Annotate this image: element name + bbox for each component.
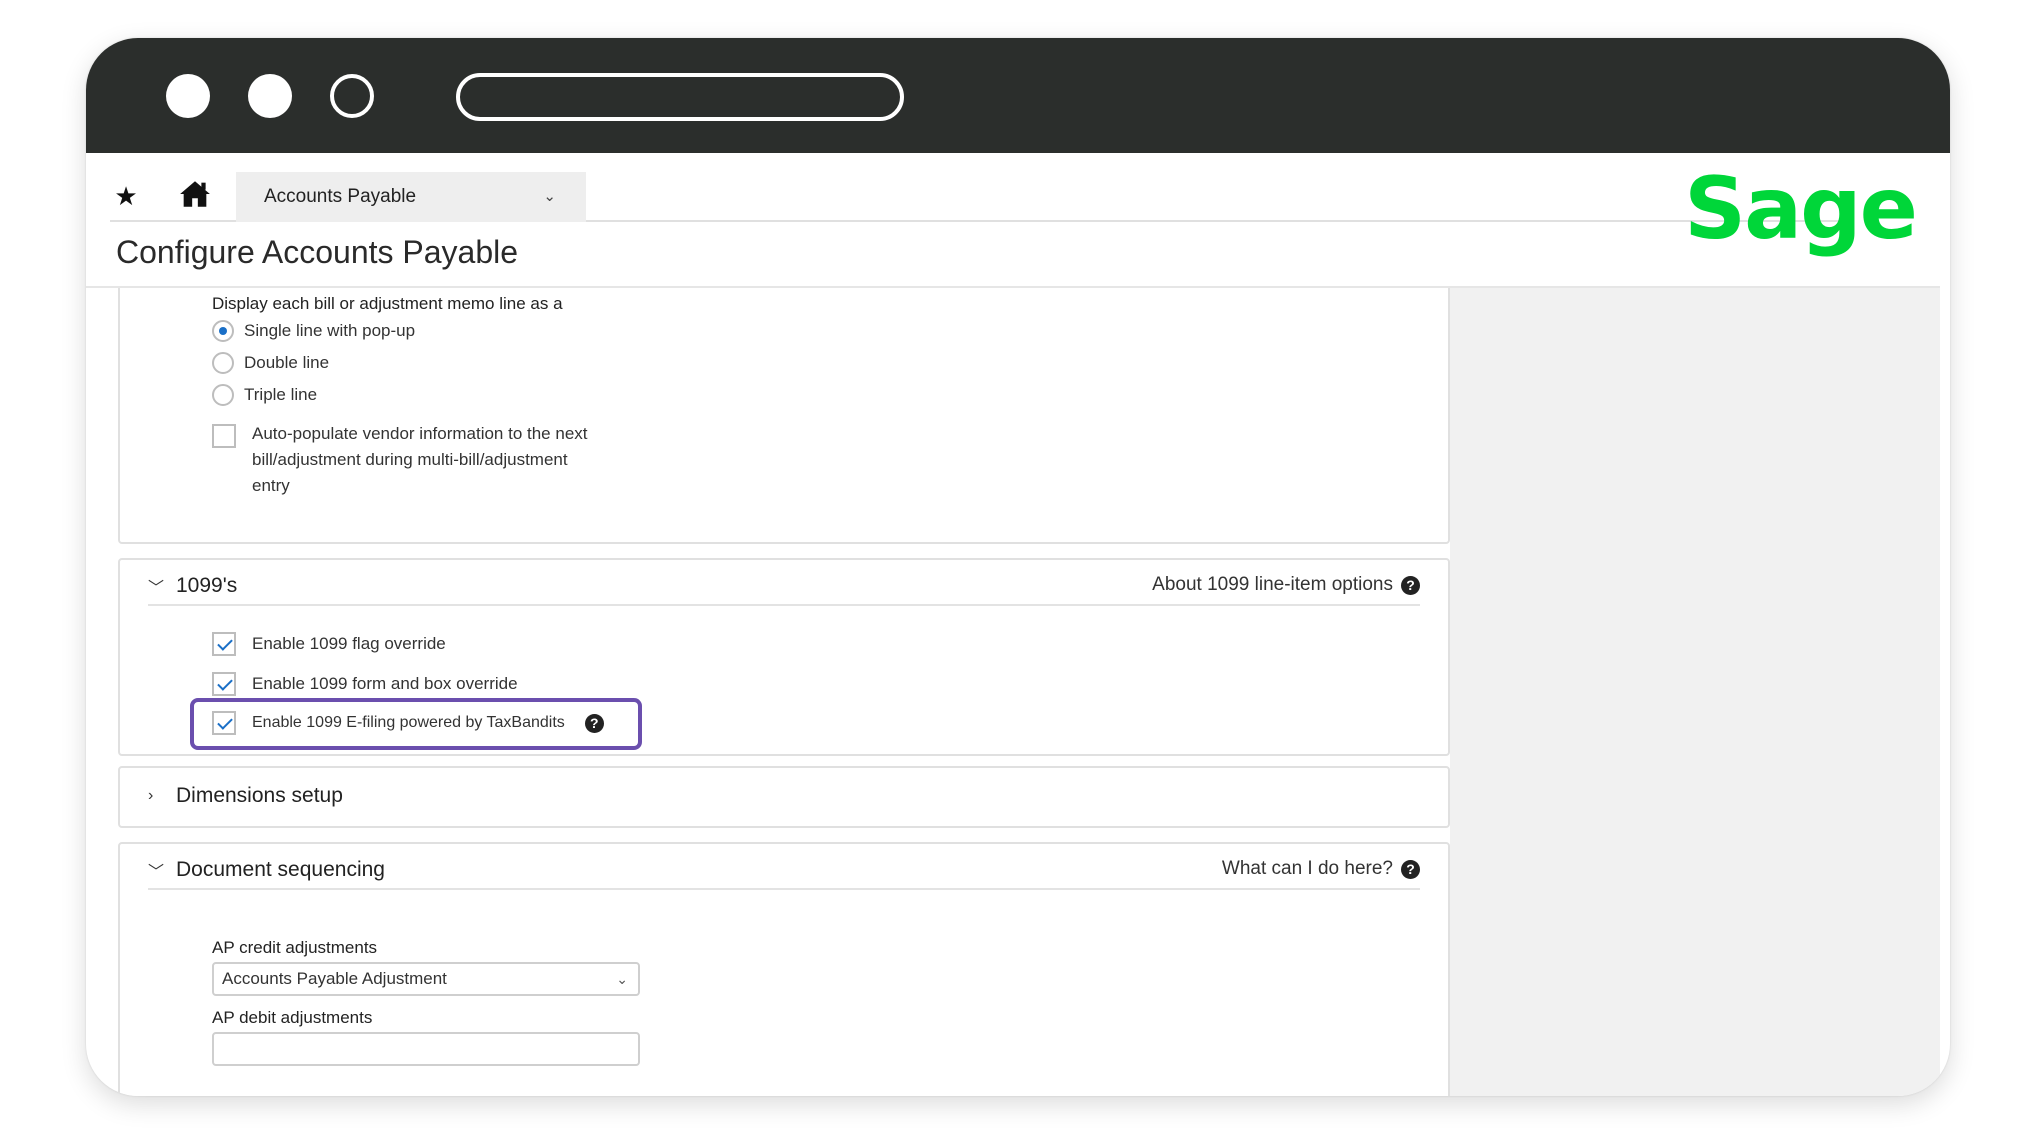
help-icon[interactable]: ? [1401, 859, 1420, 879]
radio-button[interactable] [212, 352, 234, 374]
page-title: Configure Accounts Payable [116, 234, 519, 270]
ap-credit-adjustments-select[interactable]: Accounts Payable Adjustment ⌄ [212, 962, 640, 996]
auto-populate-label-line: Auto-populate vendor information to the … [252, 424, 588, 443]
enable-1099-form-box-override[interactable]: Enable 1099 form and box override [212, 672, 518, 696]
settings-content: Display each bill or adjustment memo lin… [86, 286, 1940, 1096]
checkbox[interactable] [212, 672, 236, 696]
memo-display-card: Display each bill or adjustment memo lin… [118, 288, 1450, 544]
chevron-down-icon: ⌄ [543, 188, 556, 205]
help-icon[interactable]: ? [1401, 575, 1420, 595]
address-bar[interactable] [456, 73, 904, 121]
ap-credit-adjustments-label: AP credit adjustments [212, 938, 378, 957]
auto-populate-checkbox[interactable] [212, 424, 236, 448]
section-divider [148, 604, 1420, 606]
doc-seq-help-link[interactable]: What can I do here? ? [1222, 858, 1420, 880]
about-1099-help-link[interactable]: About 1099 line-item options ? [1152, 574, 1420, 596]
document-sequencing-card: ﹀ Document sequencing What can I do here… [118, 842, 1450, 1096]
radio-single-line[interactable]: Single line with pop-up [212, 320, 415, 342]
chevron-down-icon[interactable]: ﹀ [148, 858, 170, 882]
star-icon[interactable]: ★ [110, 178, 142, 214]
radio-triple-line[interactable]: Triple line [212, 384, 317, 406]
enable-1099-efiling-taxbandits[interactable]: Enable 1099 E-filing powered by TaxBandi… [212, 711, 604, 735]
dimensions-setup-title: Dimensions setup [176, 784, 343, 807]
browser-chrome [86, 38, 1950, 153]
top-navigation: ★ Accounts Payable ⌄ [110, 172, 1850, 222]
section-1099-title: 1099's [176, 574, 238, 597]
help-link-label: About 1099 line-item options [1152, 574, 1393, 595]
radio-button[interactable] [212, 320, 234, 342]
home-icon[interactable] [178, 177, 212, 211]
window-minimize-dot[interactable] [248, 74, 292, 118]
checkbox[interactable] [212, 711, 236, 735]
checkbox-label: Enable 1099 form and box override [252, 674, 518, 693]
section-divider [148, 888, 1420, 890]
ap-debit-adjustments-select[interactable] [212, 1032, 640, 1066]
right-panel [1450, 288, 1940, 1096]
ap-debit-adjustments-label: AP debit adjustments [212, 1008, 373, 1027]
memo-display-label: Display each bill or adjustment memo lin… [212, 294, 563, 313]
chevron-right-icon[interactable]: › [148, 787, 170, 805]
auto-populate-option[interactable]: Auto-populate vendor information to the … [212, 424, 588, 499]
module-dropdown[interactable]: Accounts Payable ⌄ [236, 172, 586, 222]
sage-logo: Sage [1684, 159, 1918, 259]
browser-window: ★ Accounts Payable ⌄ Sage Configure Acco… [86, 38, 1950, 1096]
enable-1099-flag-override[interactable]: Enable 1099 flag override [212, 632, 446, 656]
radio-double-line[interactable]: Double line [212, 352, 329, 374]
dimensions-setup-header[interactable]: › Dimensions setup [148, 784, 343, 808]
checkbox[interactable] [212, 632, 236, 656]
auto-populate-label-line: bill/adjustment during multi-bill/adjust… [252, 450, 568, 469]
help-icon[interactable]: ? [584, 713, 604, 733]
select-value: Accounts Payable Adjustment [222, 969, 447, 988]
chevron-down-icon: ⌄ [616, 971, 628, 987]
checkbox-label: Enable 1099 flag override [252, 634, 446, 653]
auto-populate-label-line: entry [252, 476, 290, 495]
dimensions-setup-card[interactable]: › Dimensions setup [118, 766, 1450, 828]
section-1099-card: ﹀ 1099's About 1099 line-item options ? … [118, 558, 1450, 756]
section-1099-header[interactable]: ﹀ 1099's [148, 574, 237, 598]
radio-label: Single line with pop-up [244, 321, 416, 340]
radio-label: Double line [244, 353, 330, 372]
radio-button[interactable] [212, 384, 234, 406]
checkbox-label: Enable 1099 E-filing powered by TaxBandi… [252, 714, 565, 731]
window-maximize-dot[interactable] [330, 74, 374, 118]
document-sequencing-header[interactable]: ﹀ Document sequencing [148, 858, 385, 882]
chevron-down-icon[interactable]: ﹀ [148, 574, 170, 598]
module-dropdown-label: Accounts Payable [264, 186, 417, 207]
radio-label: Triple line [244, 385, 318, 404]
window-close-dot[interactable] [166, 74, 210, 118]
help-link-label: What can I do here? [1221, 858, 1393, 879]
document-sequencing-title: Document sequencing [176, 858, 385, 881]
